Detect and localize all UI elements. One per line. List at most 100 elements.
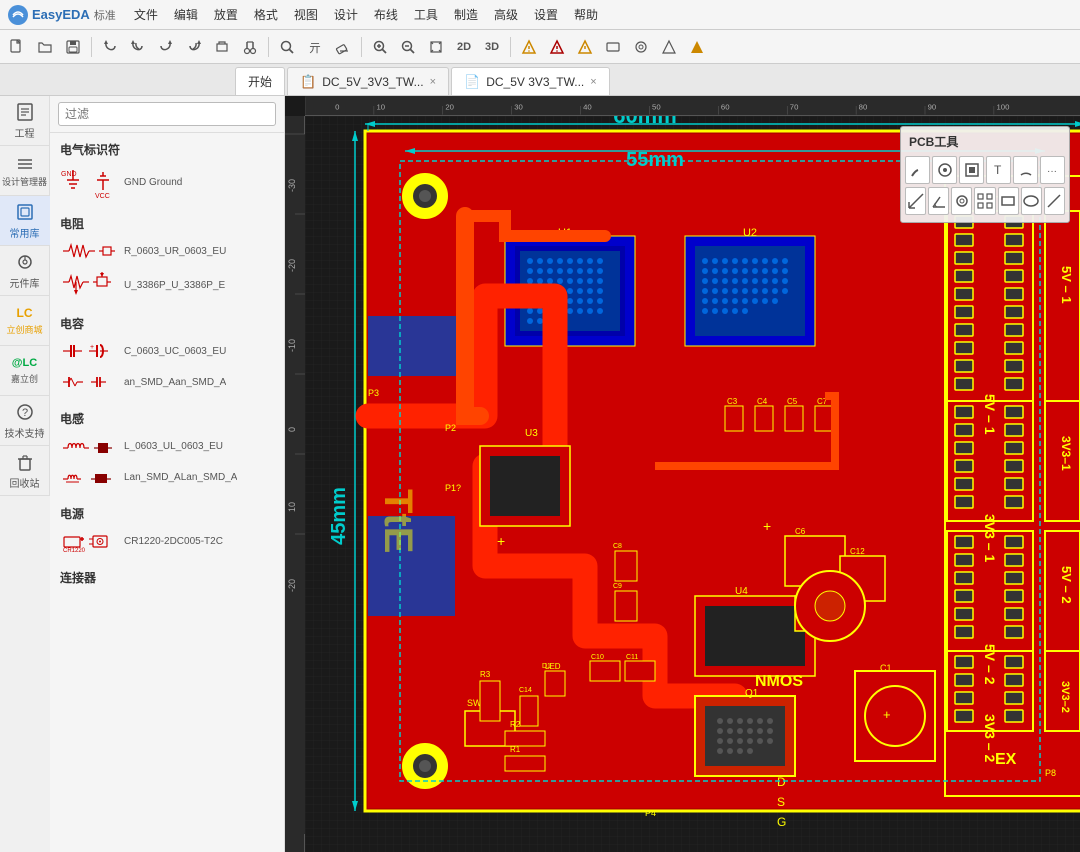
pcb-btn-more1[interactable]: ··· (1040, 156, 1065, 184)
cut-button[interactable] (237, 34, 263, 60)
menu-route[interactable]: 布线 (368, 4, 404, 25)
left-btn-design-mgr[interactable]: 设计管理器 (0, 146, 50, 196)
sym-cap-icon1: + (58, 339, 118, 364)
3d-button[interactable]: 3D (479, 34, 505, 60)
left-btn-component-label: 元件库 (10, 275, 40, 290)
pcb-canvas[interactable]: 60mm 55mm 45mm (305, 116, 1080, 852)
main-area: 工程 设计管理器 常用库 元件库 LC 立创商城 @LC 嘉立创 ? 技术支持 … (0, 96, 1080, 852)
svg-text:P1?: P1? (445, 483, 461, 493)
pcb-btn-measure[interactable] (905, 187, 926, 215)
redo2-button[interactable] (181, 34, 207, 60)
tab-pcb[interactable]: 📋 DC_5V_3V3_TW... × (287, 67, 449, 95)
undo2-button[interactable] (125, 34, 151, 60)
sym-pot-row[interactable]: U_3386P_U_3386P_E (50, 267, 284, 303)
tab-pcb-close[interactable]: × (430, 76, 436, 88)
section-electrical: 电气标识符 GND (50, 133, 284, 207)
menu-design[interactable]: 设计 (328, 4, 364, 25)
tb-extra4[interactable] (656, 34, 682, 60)
tb-extra3[interactable] (628, 34, 654, 60)
fit-button[interactable] (423, 34, 449, 60)
pcb-btn-pad-rect[interactable] (959, 156, 984, 184)
tab-sch-close[interactable]: × (590, 76, 596, 88)
pcb-btn-array[interactable] (974, 187, 995, 215)
sym-gnd-row[interactable]: GND VCC GND Ground (50, 162, 284, 203)
menu-file[interactable]: 文件 (128, 4, 164, 25)
canvas-area[interactable]: 0 10 20 30 40 50 60 70 80 90 1 (285, 96, 1080, 852)
wave-button[interactable] (544, 34, 570, 60)
sym-inductor-row1[interactable]: L_0603_UL_0603_EU (50, 431, 284, 462)
sym-power-row1[interactable]: CR1220 CR1220-2DC005-T2C (50, 526, 284, 557)
pcb-btn-trace[interactable] (905, 156, 930, 184)
section-connector: 连接器 (50, 561, 284, 594)
section-power-title: 电源 (50, 501, 284, 526)
pcb-tool-row-1: T ··· (905, 156, 1065, 184)
save-button[interactable] (60, 34, 86, 60)
svg-text:-10: -10 (287, 339, 297, 352)
pcb-btn-angle[interactable] (928, 187, 949, 215)
svg-text:C11: C11 (626, 654, 638, 661)
left-btn-jialichuang[interactable]: @LC 嘉立创 (0, 346, 50, 396)
menu-format[interactable]: 格式 (248, 4, 284, 25)
svg-text:10: 10 (287, 502, 297, 512)
section-power: 电源 CR1220 (50, 497, 284, 561)
tb-extra5[interactable] (684, 34, 710, 60)
open-button[interactable] (32, 34, 58, 60)
drc-button[interactable] (516, 34, 542, 60)
svg-text:G: G (777, 815, 786, 829)
pcb-btn-via[interactable] (951, 187, 972, 215)
pcb-tool-panel: PCB工具 T (900, 126, 1070, 223)
new-button[interactable] (4, 34, 30, 60)
redo-button[interactable] (153, 34, 179, 60)
menu-edit[interactable]: 编辑 (168, 4, 204, 25)
menu-manufacture[interactable]: 制造 (448, 4, 484, 25)
sym-cap-name1: C_0603_UC_0603_EU (124, 346, 226, 357)
sym-resistor-row1[interactable]: R_0603_UR_0603_EU (50, 236, 284, 267)
sym-cap-row1[interactable]: + C_0603_UC_0603_EU (50, 336, 284, 367)
toolbar-sep-1 (91, 37, 92, 57)
tb-warn1[interactable] (572, 34, 598, 60)
pcb-btn-rect[interactable] (998, 187, 1019, 215)
filter-input[interactable] (58, 102, 276, 126)
menu-advanced[interactable]: 高级 (488, 4, 524, 25)
pcb-btn-text[interactable]: T (986, 156, 1011, 184)
left-btn-component[interactable]: 元件库 (0, 246, 50, 296)
left-btn-project[interactable]: 工程 (0, 96, 50, 146)
tb-extra1[interactable] (209, 34, 235, 60)
svg-text:3V3–1: 3V3–1 (1059, 436, 1073, 471)
svg-text:60mm: 60mm (613, 116, 677, 128)
menu-view[interactable]: 视图 (288, 4, 324, 25)
pcb-btn-line[interactable] (1044, 187, 1065, 215)
annotate-button[interactable]: 亓 (302, 34, 328, 60)
search-button[interactable] (274, 34, 300, 60)
left-btn-recycle[interactable]: 回收站 (0, 446, 50, 496)
zoom-in-button[interactable] (367, 34, 393, 60)
svg-text:C14: C14 (519, 687, 532, 694)
pcb-btn-arc[interactable] (1013, 156, 1038, 184)
sym-cap-name2: an_SMD_Aan_SMD_A (124, 377, 226, 388)
tab-start[interactable]: 开始 (235, 67, 285, 95)
sym-inductor-icon1 (58, 434, 118, 459)
pcb-btn-pad-circle[interactable] (932, 156, 957, 184)
tab-sch[interactable]: 📄 DC_5V 3V3_TW... × (451, 67, 610, 95)
left-btn-support[interactable]: ? 技术支持 (0, 396, 50, 446)
pcb-btn-ellipse[interactable] (1021, 187, 1042, 215)
section-cap: 电容 (50, 307, 284, 402)
eraser-button[interactable] (330, 34, 356, 60)
left-btn-design-mgr-label: 设计管理器 (2, 177, 47, 188)
sym-inductor-row2[interactable]: Lan_SMD_ALan_SMD_A (50, 462, 284, 493)
tab-sch-icon: 📄 (464, 74, 480, 90)
menu-tools[interactable]: 工具 (408, 4, 444, 25)
left-btn-common-lib[interactable]: 常用库 (0, 196, 50, 246)
menu-place[interactable]: 放置 (208, 4, 244, 25)
zoom-out-button[interactable] (395, 34, 421, 60)
menu-settings[interactable]: 设置 (528, 4, 564, 25)
svg-text:TtE: TtE (376, 489, 420, 553)
tb-extra2[interactable] (600, 34, 626, 60)
undo-button[interactable] (97, 34, 123, 60)
sym-cap-row2[interactable]: an_SMD_Aan_SMD_A (50, 367, 284, 398)
svg-text:+: + (497, 533, 505, 549)
left-btn-lcsc[interactable]: LC 立创商城 (0, 296, 50, 346)
2d-button[interactable]: 2D (451, 34, 477, 60)
sidebar-scroll[interactable]: 电气标识符 GND (50, 133, 284, 852)
menu-help[interactable]: 帮助 (568, 4, 604, 25)
